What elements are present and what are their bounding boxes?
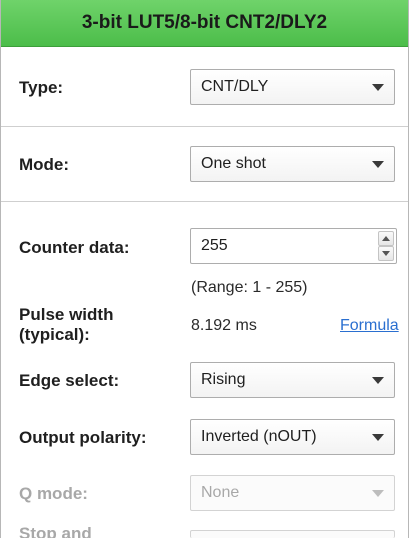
counter-range-text: (Range: 1 - 255) <box>191 279 308 296</box>
output-polarity-value: Inverted (nOUT) <box>201 428 317 445</box>
edge-select-dropdown[interactable]: Rising <box>190 362 395 398</box>
mode-dropdown[interactable]: One shot <box>190 146 395 182</box>
stop-and-label: Stop and <box>19 524 92 538</box>
stop-and-dropdown <box>190 530 395 538</box>
arrow-up-icon <box>382 236 390 241</box>
edge-select-value: Rising <box>201 371 246 388</box>
mode-label: Mode: <box>19 155 70 174</box>
panel-title: 3-bit LUT5/8-bit CNT2/DLY2 <box>1 0 408 47</box>
decrement-button[interactable] <box>378 246 394 261</box>
q-mode-dropdown: None <box>190 475 395 511</box>
properties-panel: 3-bit LUT5/8-bit CNT2/DLY2 Type: CNT/DLY… <box>0 0 409 538</box>
type-dropdown-value: CNT/DLY <box>201 78 269 95</box>
type-label: Type: <box>19 78 64 97</box>
type-section: Type: CNT/DLY <box>1 47 408 127</box>
chevron-down-icon <box>372 434 384 441</box>
counter-data-label: Counter data: <box>19 238 130 257</box>
counter-data-value: 255 <box>201 237 228 254</box>
output-polarity-label: Output polarity: <box>19 428 147 447</box>
stepper-buttons <box>378 231 394 261</box>
counter-data-stepper[interactable]: 255 <box>190 228 397 264</box>
chevron-down-icon <box>372 377 384 384</box>
q-mode-label: Q mode: <box>19 484 88 503</box>
mode-dropdown-value: One shot <box>201 155 266 172</box>
type-dropdown[interactable]: CNT/DLY <box>190 69 395 105</box>
increment-button[interactable] <box>378 231 394 246</box>
pulse-width-value: 8.192 ms <box>191 317 257 334</box>
q-mode-value: None <box>201 484 240 501</box>
chevron-down-icon <box>372 490 384 497</box>
formula-link[interactable]: Formula <box>340 317 399 335</box>
mode-section: Mode: One shot <box>1 127 408 202</box>
chevron-down-icon <box>372 161 384 168</box>
chevron-down-icon <box>372 84 384 91</box>
pulse-width-label-line2: (typical): <box>19 325 90 344</box>
edge-select-label: Edge select: <box>19 371 120 390</box>
pulse-width-label-line1: Pulse width <box>19 305 114 324</box>
output-polarity-dropdown[interactable]: Inverted (nOUT) <box>190 419 395 455</box>
arrow-down-icon <box>382 251 390 256</box>
